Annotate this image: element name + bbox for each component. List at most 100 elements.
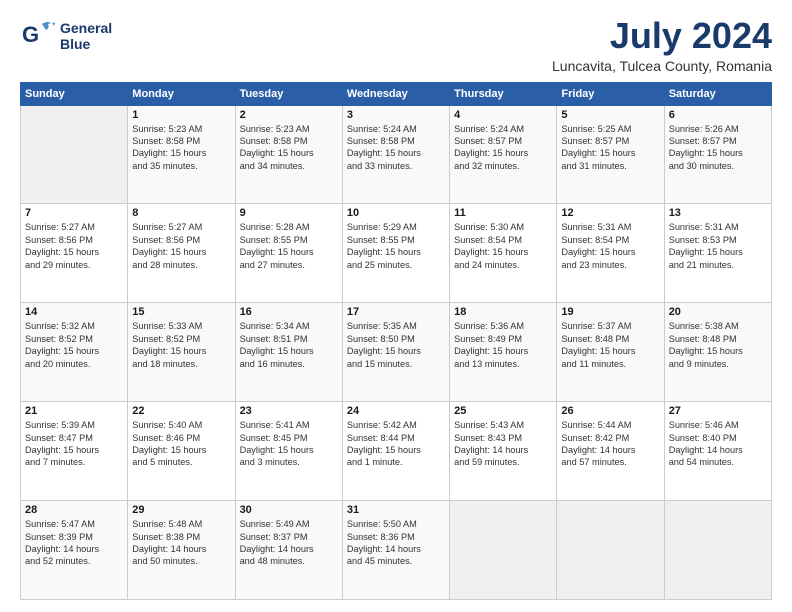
- day-number: 18: [454, 306, 552, 318]
- day-number: 4: [454, 109, 552, 121]
- day-number: 16: [240, 306, 338, 318]
- calendar-cell: [21, 105, 128, 204]
- day-detail: Sunrise: 5:42 AM Sunset: 8:44 PM Dayligh…: [347, 419, 445, 469]
- calendar-cell: 7 Sunrise: 5:27 AM Sunset: 8:56 PM Daylig…: [21, 204, 128, 303]
- day-number: 23: [240, 405, 338, 417]
- day-number: 25: [454, 405, 552, 417]
- calendar-week-3: 14 Sunrise: 5:32 AM Sunset: 8:52 PM Dayli…: [21, 303, 772, 402]
- calendar-cell: 23Sunrise: 5:41 AM Sunset: 8:45 PM Dayli…: [235, 402, 342, 501]
- calendar-cell: [557, 501, 664, 600]
- day-detail: Sunrise: 5:33 AM Sunset: 8:52 PM Dayligh…: [132, 320, 230, 370]
- calendar-cell: 5Sunrise: 5:25 AM Sunset: 8:57 PM Daylig…: [557, 105, 664, 204]
- day-detail: Sunrise: 5:40 AM Sunset: 8:46 PM Dayligh…: [132, 419, 230, 469]
- calendar-cell: 24Sunrise: 5:42 AM Sunset: 8:44 PM Dayli…: [342, 402, 449, 501]
- calendar-cell: 30 Sunrise: 5:49 AM Sunset: 8:37 PM Dayli…: [235, 501, 342, 600]
- calendar-week-4: 21 Sunrise: 5:39 AM Sunset: 8:47 PM Dayli…: [21, 402, 772, 501]
- calendar-cell: [664, 501, 771, 600]
- day-number: 12: [561, 207, 659, 219]
- logo: G General Blue: [20, 16, 112, 57]
- day-number: 29: [132, 504, 230, 516]
- calendar-week-5: 28Sunrise: 5:47 AM Sunset: 8:39 PM Dayli…: [21, 501, 772, 600]
- header-friday: Friday: [557, 82, 664, 105]
- calendar-cell: 31Sunrise: 5:50 AM Sunset: 8:36 PM Dayli…: [342, 501, 449, 600]
- calendar-cell: 8 Sunrise: 5:27 AM Sunset: 8:56 PM Daylig…: [128, 204, 235, 303]
- header-tuesday: Tuesday: [235, 82, 342, 105]
- day-detail: Sunrise: 5:32 AM Sunset: 8:52 PM Dayligh…: [25, 320, 123, 370]
- day-detail: Sunrise: 5:36 AM Sunset: 8:49 PM Dayligh…: [454, 320, 552, 370]
- day-number: 20: [669, 306, 767, 318]
- day-number: 17: [347, 306, 445, 318]
- calendar-cell: 20 Sunrise: 5:38 AM Sunset: 8:48 PM Dayli…: [664, 303, 771, 402]
- day-detail: Sunrise: 5:37 AM Sunset: 8:48 PM Dayligh…: [561, 320, 659, 370]
- calendar-week-2: 7 Sunrise: 5:27 AM Sunset: 8:56 PM Daylig…: [21, 204, 772, 303]
- calendar-table: Sunday Monday Tuesday Wednesday Thursday…: [20, 82, 772, 600]
- calendar-cell: 26 Sunrise: 5:44 AM Sunset: 8:42 PM Dayli…: [557, 402, 664, 501]
- day-number: 14: [25, 306, 123, 318]
- calendar-cell: 19 Sunrise: 5:37 AM Sunset: 8:48 PM Dayli…: [557, 303, 664, 402]
- calendar-cell: 15 Sunrise: 5:33 AM Sunset: 8:52 PM Dayli…: [128, 303, 235, 402]
- day-detail: Sunrise: 5:46 AM Sunset: 8:40 PM Dayligh…: [669, 419, 767, 469]
- day-detail: Sunrise: 5:50 AM Sunset: 8:36 PM Dayligh…: [347, 518, 445, 568]
- logo-line2: Blue: [60, 37, 112, 52]
- calendar-cell: 4Sunrise: 5:24 AM Sunset: 8:57 PM Daylig…: [450, 105, 557, 204]
- day-detail: Sunrise: 5:43 AM Sunset: 8:43 PM Dayligh…: [454, 419, 552, 469]
- month-title: July 2024: [552, 16, 772, 56]
- day-number: 19: [561, 306, 659, 318]
- day-number: 10: [347, 207, 445, 219]
- calendar-week-1: 1 Sunrise: 5:23 AM Sunset: 8:58 PM Daylig…: [21, 105, 772, 204]
- day-number: 27: [669, 405, 767, 417]
- day-detail: Sunrise: 5:31 AM Sunset: 8:54 PM Dayligh…: [561, 221, 659, 271]
- day-number: 5: [561, 109, 659, 121]
- day-detail: Sunrise: 5:38 AM Sunset: 8:48 PM Dayligh…: [669, 320, 767, 370]
- header-monday: Monday: [128, 82, 235, 105]
- day-number: 1: [132, 109, 230, 121]
- header-thursday: Thursday: [450, 82, 557, 105]
- day-number: 13: [669, 207, 767, 219]
- day-number: 26: [561, 405, 659, 417]
- logo-line1: General: [60, 21, 112, 36]
- day-detail: Sunrise: 5:29 AM Sunset: 8:55 PM Dayligh…: [347, 221, 445, 271]
- calendar-cell: 22Sunrise: 5:40 AM Sunset: 8:46 PM Dayli…: [128, 402, 235, 501]
- day-number: 21: [25, 405, 123, 417]
- calendar-cell: 12 Sunrise: 5:31 AM Sunset: 8:54 PM Dayli…: [557, 204, 664, 303]
- day-number: 30: [240, 504, 338, 516]
- day-detail: Sunrise: 5:23 AM Sunset: 8:58 PM Dayligh…: [132, 123, 230, 173]
- svg-text:G: G: [22, 22, 39, 47]
- calendar-cell: 28Sunrise: 5:47 AM Sunset: 8:39 PM Dayli…: [21, 501, 128, 600]
- header-sunday: Sunday: [21, 82, 128, 105]
- header-saturday: Saturday: [664, 82, 771, 105]
- day-detail: Sunrise: 5:27 AM Sunset: 8:56 PM Dayligh…: [25, 221, 123, 271]
- day-number: 8: [132, 207, 230, 219]
- calendar-cell: 29 Sunrise: 5:48 AM Sunset: 8:38 PM Dayli…: [128, 501, 235, 600]
- title-area: July 2024 Luncavita, Tulcea County, Roma…: [552, 16, 772, 74]
- day-number: 28: [25, 504, 123, 516]
- header-wednesday: Wednesday: [342, 82, 449, 105]
- day-detail: Sunrise: 5:28 AM Sunset: 8:55 PM Dayligh…: [240, 221, 338, 271]
- day-detail: Sunrise: 5:30 AM Sunset: 8:54 PM Dayligh…: [454, 221, 552, 271]
- calendar-page: G General Blue July 2024 Luncavita, Tulc…: [0, 0, 792, 612]
- calendar-cell: 25 Sunrise: 5:43 AM Sunset: 8:43 PM Dayli…: [450, 402, 557, 501]
- day-number: 9: [240, 207, 338, 219]
- weekday-header-row: Sunday Monday Tuesday Wednesday Thursday…: [21, 82, 772, 105]
- day-detail: Sunrise: 5:24 AM Sunset: 8:58 PM Dayligh…: [347, 123, 445, 173]
- day-number: 7: [25, 207, 123, 219]
- day-detail: Sunrise: 5:49 AM Sunset: 8:37 PM Dayligh…: [240, 518, 338, 568]
- day-detail: Sunrise: 5:48 AM Sunset: 8:38 PM Dayligh…: [132, 518, 230, 568]
- calendar-cell: 3 Sunrise: 5:24 AM Sunset: 8:58 PM Daylig…: [342, 105, 449, 204]
- day-detail: Sunrise: 5:27 AM Sunset: 8:56 PM Dayligh…: [132, 221, 230, 271]
- calendar-header: Sunday Monday Tuesday Wednesday Thursday…: [21, 82, 772, 105]
- day-detail: Sunrise: 5:35 AM Sunset: 8:50 PM Dayligh…: [347, 320, 445, 370]
- calendar-cell: 2Sunrise: 5:23 AM Sunset: 8:58 PM Daylig…: [235, 105, 342, 204]
- day-number: 15: [132, 306, 230, 318]
- location-title: Luncavita, Tulcea County, Romania: [552, 58, 772, 74]
- day-detail: Sunrise: 5:44 AM Sunset: 8:42 PM Dayligh…: [561, 419, 659, 469]
- day-detail: Sunrise: 5:34 AM Sunset: 8:51 PM Dayligh…: [240, 320, 338, 370]
- calendar-cell: 14 Sunrise: 5:32 AM Sunset: 8:52 PM Dayli…: [21, 303, 128, 402]
- calendar-cell: 1 Sunrise: 5:23 AM Sunset: 8:58 PM Daylig…: [128, 105, 235, 204]
- calendar-cell: [450, 501, 557, 600]
- calendar-cell: 11Sunrise: 5:30 AM Sunset: 8:54 PM Dayli…: [450, 204, 557, 303]
- calendar-cell: 10 Sunrise: 5:29 AM Sunset: 8:55 PM Dayli…: [342, 204, 449, 303]
- day-number: 2: [240, 109, 338, 121]
- day-detail: Sunrise: 5:39 AM Sunset: 8:47 PM Dayligh…: [25, 419, 123, 469]
- day-number: 3: [347, 109, 445, 121]
